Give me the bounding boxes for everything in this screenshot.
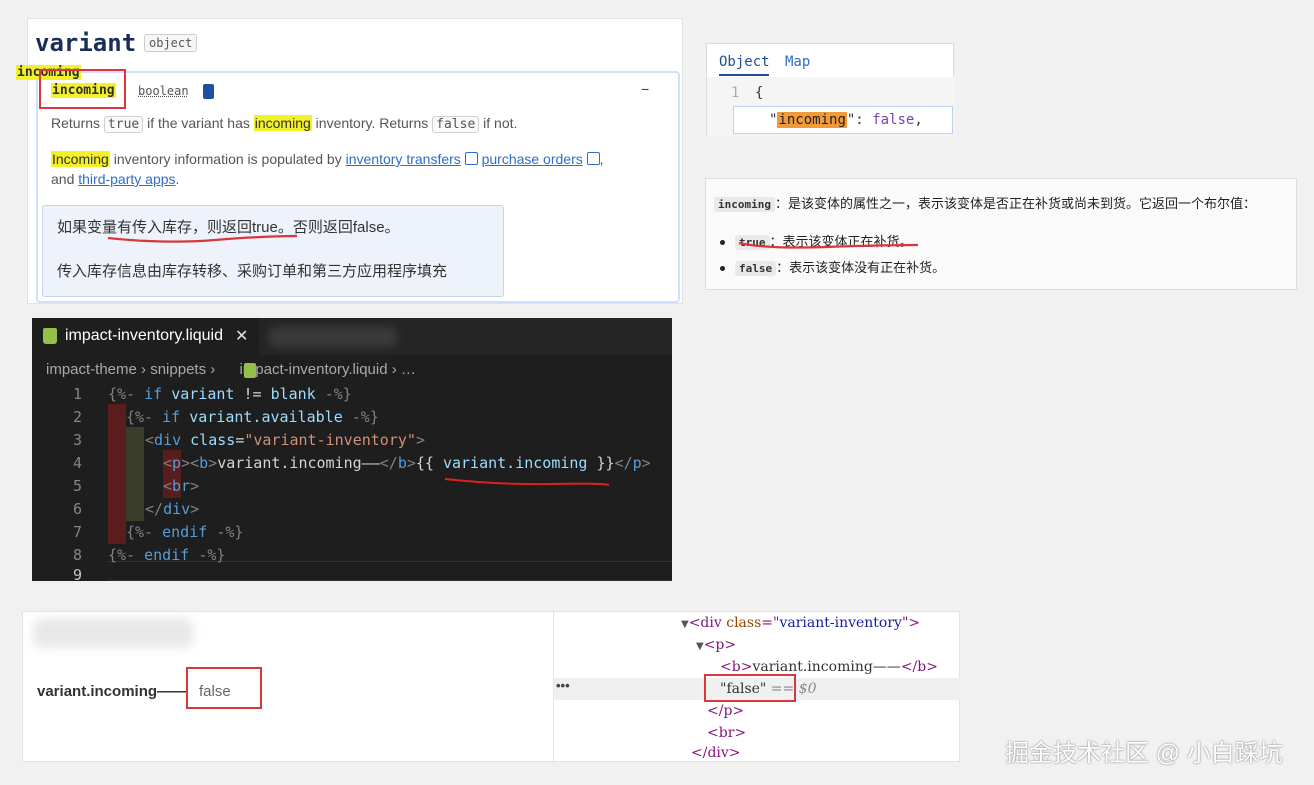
translation-line-2: 传入库存信息由库存转移、采购订单和第三方应用程序填充	[57, 263, 448, 280]
shopify-icon	[244, 363, 256, 378]
code-line-7[interactable]: {%- endif -%}	[126, 523, 243, 541]
code-line-5[interactable]: <br>	[163, 477, 199, 495]
dom-node-div[interactable]: ▼<div class="variant-inventory">	[681, 615, 920, 631]
code-line-6[interactable]: </div>	[145, 500, 199, 518]
collapse-icon[interactable]: −	[641, 81, 649, 97]
line-number: 4	[72, 454, 82, 472]
dom-node-br[interactable]: <br>	[707, 725, 746, 741]
dom-node-p[interactable]: ▼<p>	[696, 637, 736, 653]
line-number: 3	[72, 431, 82, 449]
explanation-panel: incoming ：是该变体的属性之一，表示该变体是否正在补货或尚未到货。它返回一…	[705, 178, 1297, 290]
false-chip: false	[735, 261, 777, 276]
annotation-box-rendered	[186, 667, 262, 709]
line-number: 9	[72, 566, 82, 584]
explain-false-item: false ：表示该变体没有正在补货。	[720, 257, 945, 276]
false-chip: false	[432, 116, 480, 133]
object-type-badge: object	[144, 34, 198, 52]
json-key-line: "incoming": false,	[769, 112, 923, 128]
tab-object[interactable]: Object	[719, 54, 770, 70]
dom-node-div-close[interactable]: </div>	[691, 745, 741, 761]
external-link-icon	[464, 152, 478, 165]
watermark: 掘金技术社区 @ 小白踩坑	[1005, 740, 1283, 767]
diff-gutter-block	[108, 404, 126, 544]
explain-line-1: incoming ：是该变体的属性之一，表示该变体是否正在补货或尚未到货。它返回一…	[714, 193, 1256, 212]
bullet-icon	[720, 266, 725, 272]
bullet-icon	[720, 240, 725, 246]
breadcrumb-item[interactable]: impact-theme	[46, 361, 137, 378]
current-line	[108, 561, 672, 581]
code-line-1[interactable]: {%- if variant != blank -%}	[108, 385, 352, 403]
line-number: 2	[72, 408, 82, 426]
json-line-number: 1	[731, 85, 740, 101]
line-number: 5	[72, 477, 82, 495]
line-number: 1	[72, 385, 82, 403]
populated-description-2: and third-party apps.	[51, 171, 180, 187]
annotation-box-devtools	[704, 674, 796, 702]
true-chip: true	[103, 116, 144, 133]
json-brace: {	[755, 85, 764, 101]
json-panel: Object Map 1 { "incoming": false,	[706, 43, 955, 136]
object-title: variant	[35, 29, 137, 57]
returns-description: Returns true if the variant has incoming…	[51, 115, 518, 133]
breadcrumb-item[interactable]: impact-inventory.liquid	[239, 361, 387, 378]
blurred-content	[33, 618, 193, 648]
line-number: 8	[72, 546, 82, 564]
property-type[interactable]: boolean	[138, 84, 189, 98]
red-underline-translation	[107, 234, 298, 243]
line-number: 7	[72, 523, 82, 541]
output-panel: variant.incoming—— false ••• ▼<div class…	[22, 611, 960, 763]
blurred-tab	[269, 327, 397, 347]
expand-triangle-icon[interactable]: ▼	[681, 619, 689, 630]
shopify-icon	[43, 328, 57, 344]
code-line-8[interactable]: {%- endif -%}	[108, 546, 225, 564]
code-line-4[interactable]: <p><b>variant.incoming——</b>{{ variant.i…	[163, 454, 651, 472]
link-purchase-orders[interactable]: purchase orders	[482, 151, 583, 167]
tab-map[interactable]: Map	[785, 54, 810, 70]
indent-guide-block	[126, 427, 144, 521]
dom-node-p-close[interactable]: </p>	[707, 703, 744, 719]
code-line-3[interactable]: <div class="variant-inventory">	[145, 431, 425, 449]
more-options-icon[interactable]: •••	[556, 678, 570, 693]
incoming-chip: incoming	[714, 197, 775, 212]
close-icon[interactable]: ✕	[235, 326, 248, 346]
red-underline-true	[738, 241, 919, 249]
clipboard-icon[interactable]	[203, 84, 214, 99]
code-line-2[interactable]: {%- if variant.available -%}	[126, 408, 379, 426]
populated-description: Incoming inventory information is popula…	[51, 151, 604, 167]
dom-node-b[interactable]: <b>variant.incoming——</b>	[720, 659, 938, 675]
code-editor: impact-inventory.liquid ✕ impact-theme ›…	[32, 318, 672, 584]
link-third-party-apps[interactable]: third-party apps	[78, 171, 175, 187]
link-inventory-transfers[interactable]: inventory transfers	[346, 151, 461, 167]
external-link-icon	[586, 152, 600, 165]
property-name-text: incoming	[51, 83, 116, 98]
tab-object-underline	[719, 74, 769, 76]
line-number: 6	[72, 500, 82, 518]
rendered-label: variant.incoming——	[37, 683, 188, 700]
breadcrumb-item[interactable]: snippets	[150, 361, 206, 378]
breadcrumb: impact-theme › snippets › impact-invento…	[46, 361, 416, 378]
tab-label: impact-inventory.liquid	[65, 327, 223, 344]
red-underline-code	[444, 478, 610, 486]
expand-triangle-icon[interactable]: ▼	[696, 641, 704, 652]
